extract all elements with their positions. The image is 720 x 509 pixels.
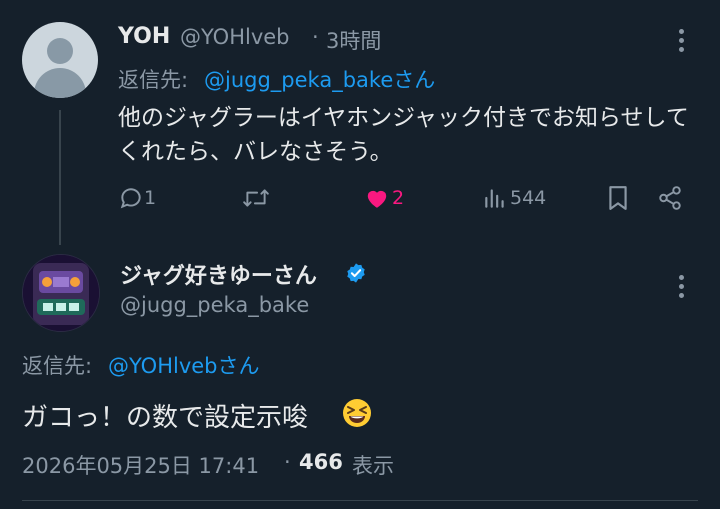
reply-icon bbox=[118, 185, 144, 211]
bookmark-icon bbox=[606, 185, 630, 211]
share-icon bbox=[656, 185, 684, 211]
more-options-icon[interactable] bbox=[671, 272, 691, 300]
grinning-squinting-face-icon bbox=[342, 398, 372, 428]
reply-author-name[interactable]: YOH bbox=[118, 24, 170, 49]
heart-filled-icon bbox=[364, 185, 390, 211]
like-button[interactable]: 2 bbox=[364, 180, 404, 216]
retweet-icon bbox=[242, 185, 270, 211]
retweet-button[interactable] bbox=[242, 180, 270, 216]
reply-to-link[interactable]: @YOHlvebさん bbox=[108, 350, 260, 380]
tweet-text: ガコっ！の数で設定示唆 bbox=[22, 403, 309, 433]
reply-separator: · bbox=[312, 25, 319, 49]
views-chart-icon bbox=[482, 185, 508, 211]
bookmark-button[interactable] bbox=[606, 180, 630, 216]
date-separator: · bbox=[284, 450, 291, 474]
views-label: 表示 bbox=[352, 454, 394, 478]
divider bbox=[22, 500, 698, 501]
author-name[interactable]: ジャグ好きゆーさん bbox=[120, 258, 317, 290]
tweet-date[interactable]: 2026年05月25日 17:41 bbox=[22, 450, 259, 480]
reply-to-prefix: 返信先: bbox=[22, 354, 93, 378]
author-handle[interactable]: @jugg_peka_bake bbox=[120, 293, 309, 317]
thread-line bbox=[59, 110, 61, 245]
reply-button[interactable]: 1 bbox=[118, 180, 156, 216]
like-count: 2 bbox=[392, 187, 405, 209]
avatar-pachislot-machine[interactable] bbox=[22, 254, 100, 332]
avatar-default[interactable] bbox=[22, 22, 98, 98]
views-button[interactable]: 544 bbox=[482, 180, 546, 216]
reply-to-link[interactable]: @jugg_peka_bakeさん bbox=[204, 64, 435, 94]
reply-author-handle[interactable]: @YOHlveb bbox=[180, 25, 290, 49]
verified-badge-icon[interactable] bbox=[345, 262, 367, 284]
reply-timestamp[interactable]: 3時間 bbox=[326, 25, 381, 55]
more-options-icon[interactable] bbox=[671, 26, 691, 54]
views-count: 466 bbox=[299, 450, 343, 474]
reply-count: 1 bbox=[144, 187, 157, 209]
views-count: 544 bbox=[510, 187, 547, 209]
action-bar: 1 2 544 bbox=[118, 180, 698, 216]
reply-to-prefix: 返信先: bbox=[118, 68, 189, 92]
reply-tweet-text: 他のジャグラーはイヤホンジャック付きでお知らせしてくれたら、バレなさそう。 bbox=[118, 105, 689, 165]
share-button[interactable] bbox=[656, 180, 684, 216]
